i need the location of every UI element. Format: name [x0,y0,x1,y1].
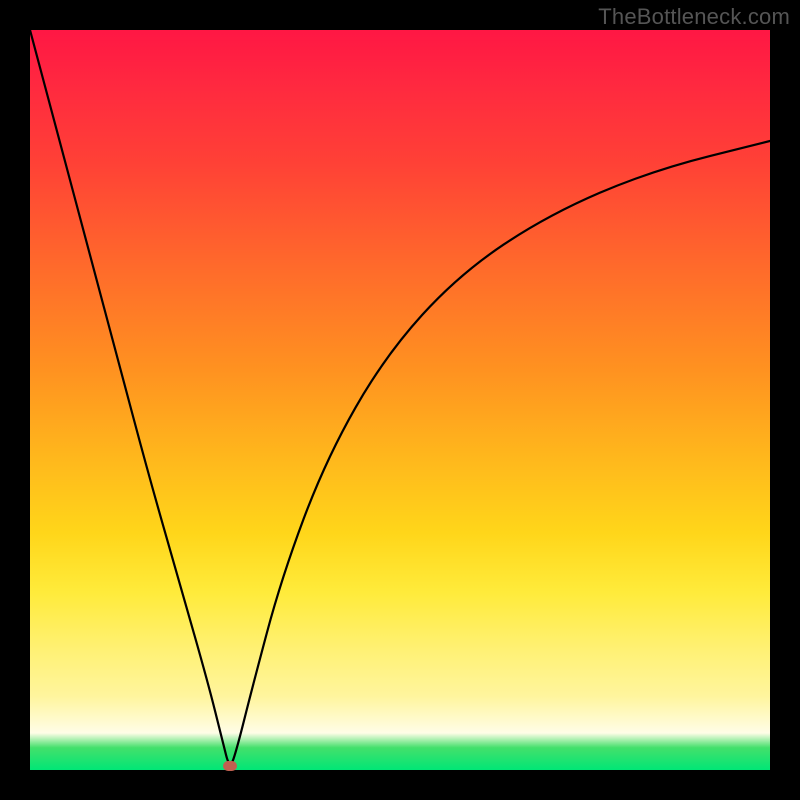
minimum-marker-icon [223,761,237,771]
curve-path [30,30,770,764]
bottleneck-curve [30,30,770,770]
watermark-text: TheBottleneck.com [598,4,790,30]
chart-container: TheBottleneck.com [0,0,800,800]
plot-area [30,30,770,770]
